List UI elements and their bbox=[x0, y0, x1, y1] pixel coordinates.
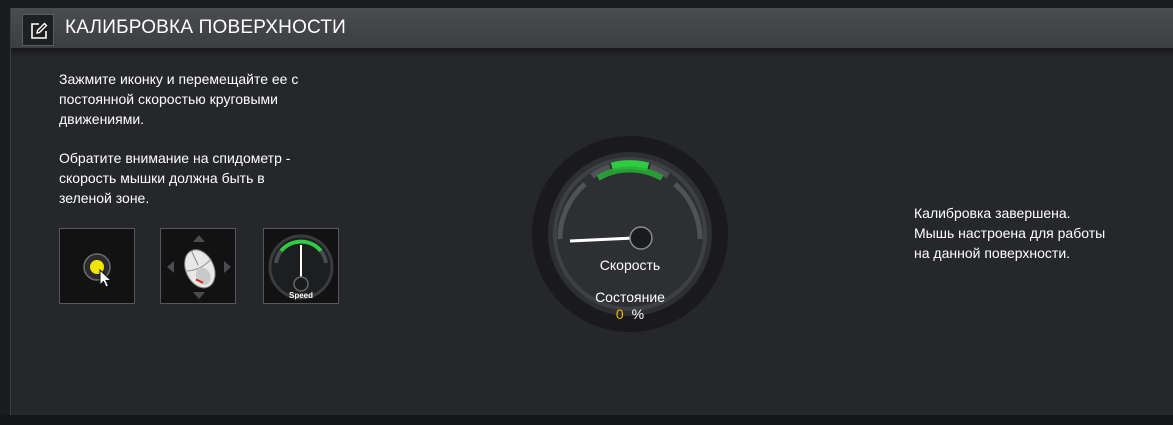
mouse-move-icon bbox=[167, 235, 231, 299]
speed-label: Скорость bbox=[599, 257, 661, 273]
mouse-move-tile bbox=[160, 228, 236, 304]
percent-value: 0 bbox=[615, 306, 624, 322]
header-shadow bbox=[11, 49, 1173, 57]
instruction-line: движениями. bbox=[59, 111, 145, 127]
calibration-result: Калибровка завершена. Мышь настроена для… bbox=[914, 203, 1154, 263]
result-line: Мышь настроена для работы bbox=[914, 225, 1106, 241]
instructions-text: Зажмите иконку и перемещайте ее с постоя… bbox=[59, 69, 359, 227]
calibration-panel: КАЛИБРОВКА ПОВЕРХНОСТИ Зажмите иконку и … bbox=[10, 8, 1173, 415]
edit-icon[interactable] bbox=[22, 14, 54, 46]
speedometer-tile: Speed bbox=[263, 228, 339, 304]
status-label: Состояние bbox=[595, 289, 665, 305]
instruction-line: скорость мышки должна быть в bbox=[59, 170, 265, 186]
instruction-line: постоянной скоростью круговыми bbox=[59, 91, 278, 107]
instruction-paragraph-1: Зажмите иконку и перемещайте ее с постоя… bbox=[59, 69, 359, 129]
instruction-line: Обратите внимание на спидометр - bbox=[59, 150, 291, 166]
percent-unit: % bbox=[631, 306, 645, 322]
instruction-line: Зажмите иконку и перемещайте ее с bbox=[59, 71, 299, 87]
speed-tile-label: Speed bbox=[288, 291, 313, 300]
cursor-target-icon[interactable] bbox=[60, 229, 136, 305]
speed-gauge: Скорость Состояние 0% bbox=[530, 134, 730, 334]
panel-header: КАЛИБРОВКА ПОВЕРХНОСТИ bbox=[11, 8, 1173, 49]
gauge-hub bbox=[629, 226, 653, 250]
instruction-line: зеленой зоне. bbox=[59, 190, 150, 206]
instruction-paragraph-2: Обратите внимание на спидометр - скорост… bbox=[59, 148, 359, 208]
drag-target-tile[interactable] bbox=[59, 228, 135, 304]
result-line: на данной поверхности. bbox=[914, 245, 1071, 261]
bottom-strip bbox=[0, 415, 1173, 425]
result-line: Калибровка завершена. bbox=[914, 205, 1071, 221]
page-title: КАЛИБРОВКА ПОВЕРХНОСТИ bbox=[65, 17, 347, 38]
status-percent: 0% bbox=[530, 306, 730, 322]
